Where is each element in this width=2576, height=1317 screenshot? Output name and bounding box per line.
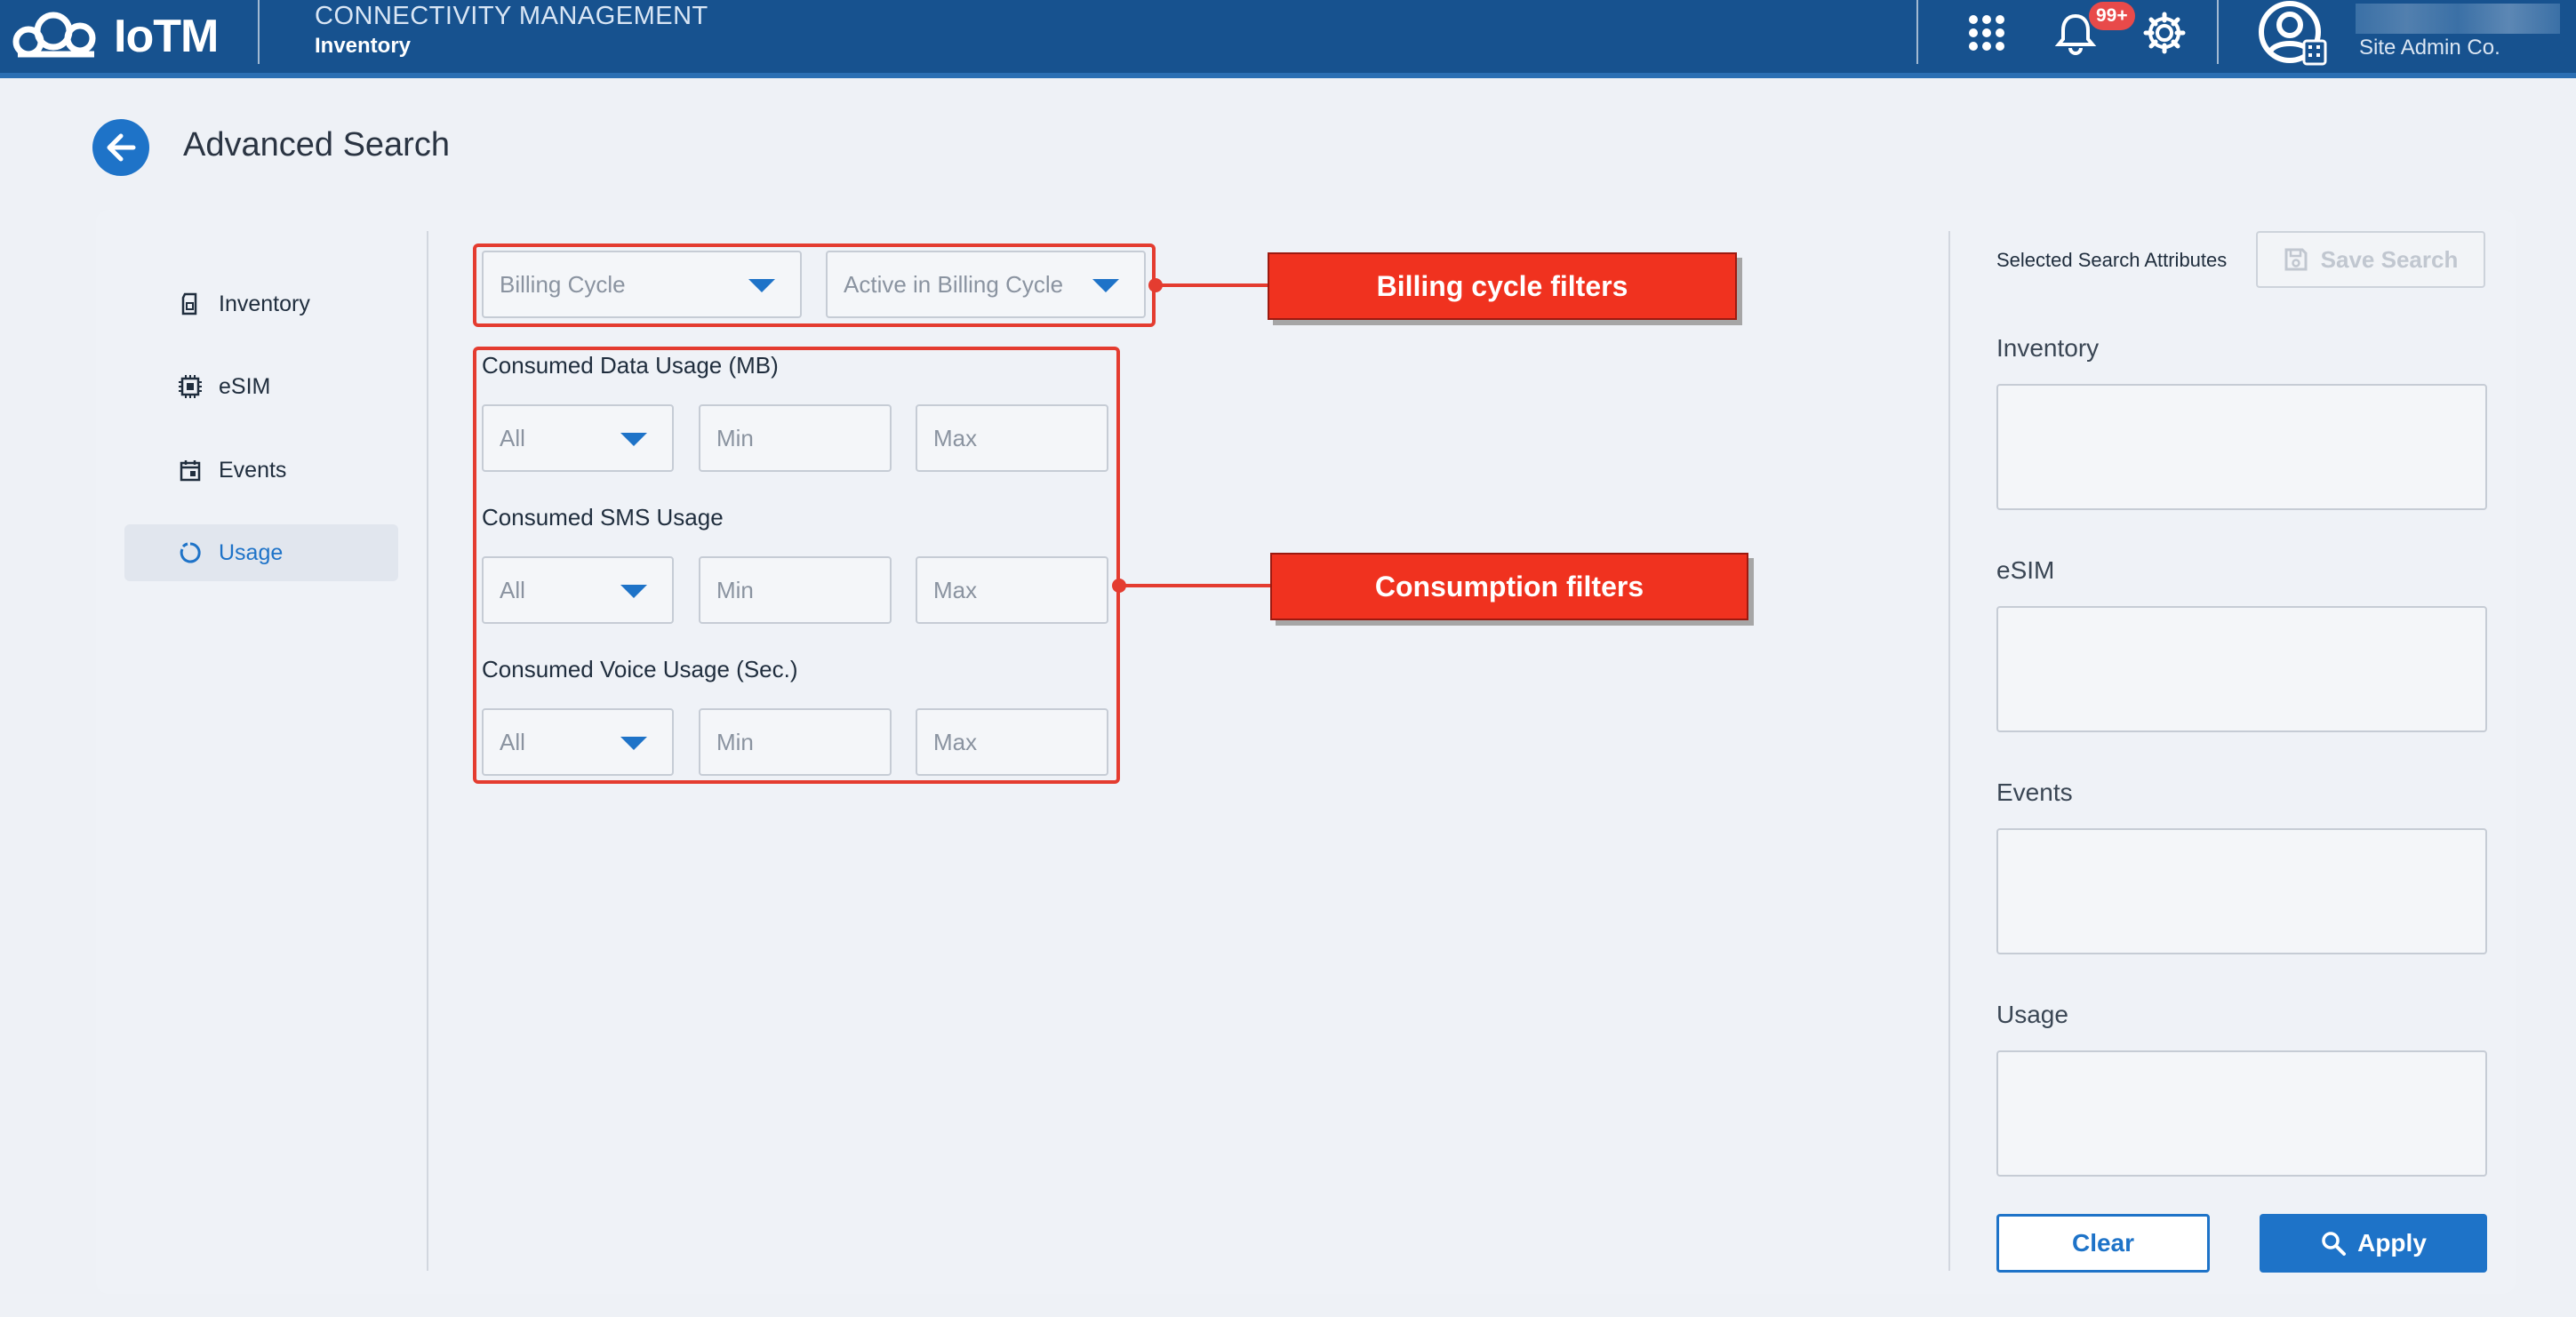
billing-annotation-box (473, 243, 1156, 327)
attr-section-inventory: Inventory (1996, 334, 2100, 362)
sidebar-divider (427, 231, 428, 1271)
apps-grid-icon[interactable] (1964, 11, 2009, 55)
header-divider (258, 0, 260, 64)
sidebar-item-label: Inventory (219, 291, 310, 316)
usage-ring-icon (178, 540, 203, 565)
header-divider (1916, 0, 1918, 64)
consumption-callout: Consumption filters (1270, 553, 1748, 620)
sidebar-item-inventory[interactable]: Inventory (124, 275, 398, 332)
calendar-icon (178, 458, 203, 483)
app-subtitle: Inventory (315, 34, 412, 58)
sidebar-item-usage[interactable]: Usage (124, 524, 398, 581)
right-panel-divider (1948, 231, 1950, 1271)
gear-icon[interactable] (2142, 11, 2187, 55)
user-name-redacted (2356, 4, 2560, 34)
attr-box-inventory (1996, 384, 2487, 510)
attr-section-usage: Usage (1996, 1001, 2068, 1028)
sim-card-icon (178, 291, 203, 316)
attr-box-usage (1996, 1050, 2487, 1177)
clear-button[interactable]: Clear (1996, 1214, 2210, 1273)
chip-icon (178, 374, 203, 399)
app-title: CONNECTIVITY MANAGEMENT (315, 2, 708, 30)
back-button[interactable] (92, 119, 149, 176)
annotation-connector (1156, 283, 1269, 287)
apply-button[interactable]: Apply (2260, 1214, 2487, 1273)
user-org: Site Admin Co. (2359, 36, 2500, 60)
floppy-disk-icon (2284, 248, 2308, 271)
sidebar-item-label: Usage (219, 539, 284, 565)
sidebar-item-label: Events (219, 457, 287, 483)
attr-box-events (1996, 828, 2487, 954)
attr-section-esim: eSIM (1996, 556, 2055, 584)
search-icon (2322, 1232, 2347, 1256)
sidebar-item-esim[interactable]: eSIM (124, 358, 398, 415)
sidebar-item-label: eSIM (219, 373, 271, 399)
billing-callout: Billing cycle filters (1268, 252, 1737, 320)
arrow-left-icon (107, 133, 136, 162)
attr-box-esim (1996, 606, 2487, 732)
cloud-logo-icon (12, 12, 96, 58)
sidebar-item-events[interactable]: Events (124, 442, 398, 499)
page-title: Advanced Search (183, 126, 450, 164)
attr-section-events: Events (1996, 778, 2073, 806)
iotm-logo[interactable]: IoTM (9, 5, 219, 68)
annotation-connector (1119, 584, 1272, 587)
user-avatar-icon[interactable] (2258, 0, 2329, 68)
consumption-annotation-box (473, 347, 1120, 784)
apply-label: Apply (2357, 1229, 2427, 1257)
notification-badge: 99+ (2089, 2, 2135, 30)
header-divider (2217, 0, 2219, 64)
logo-text: IoTM (114, 11, 219, 62)
save-search-label: Save Search (2320, 245, 2459, 273)
save-search-button[interactable]: Save Search (2256, 231, 2485, 288)
top-bar: IoTM CONNECTIVITY MANAGEMENT Inventory 9… (0, 0, 2576, 78)
selected-attributes-title: Selected Search Attributes (1996, 249, 2228, 271)
